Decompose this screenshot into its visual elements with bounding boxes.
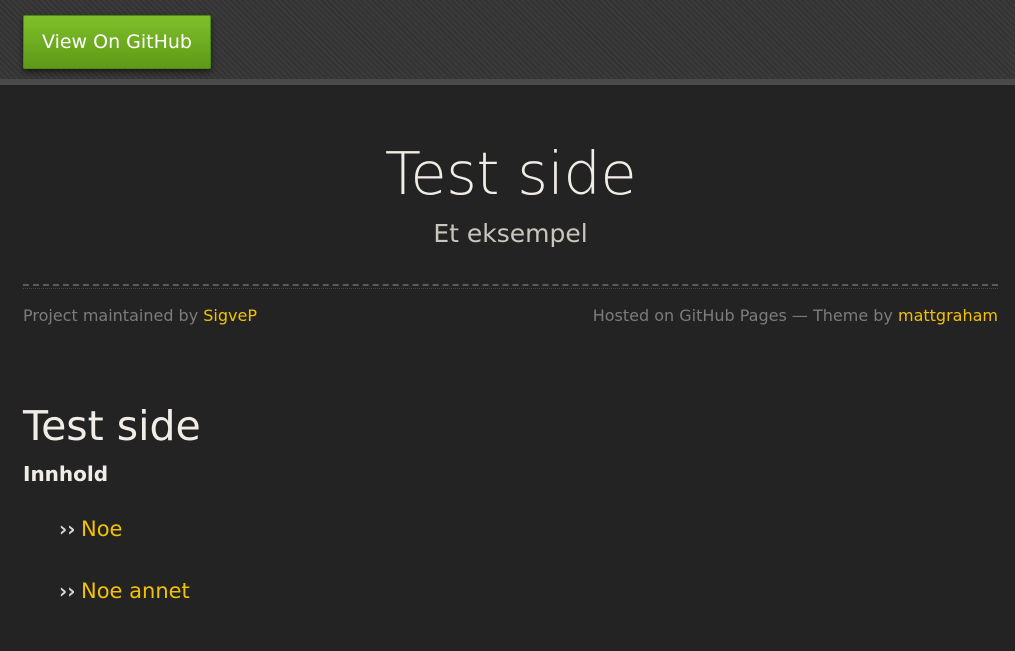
maintainer-prefix: Project maintained by [23, 306, 204, 325]
chevron-right-icon: ›› [59, 579, 76, 603]
list-item-link-noe-annet[interactable]: Noe annet [81, 579, 190, 603]
maintainer-link[interactable]: SigveP [203, 306, 257, 325]
list-item: ›› Noe annet [59, 578, 998, 640]
content-subheading: Innhold [23, 462, 109, 486]
page-title: Test side [384, 139, 637, 208]
maintainer-credit: Project maintained by SigveP [23, 306, 257, 325]
chevron-right-icon: ›› [59, 517, 76, 541]
hosted-text: Hosted on GitHub Pages — Theme by [592, 306, 898, 325]
top-bar: View On GitHub [0, 0, 1015, 85]
list-item-link-noe[interactable]: Noe [81, 517, 122, 541]
header-divider [23, 284, 998, 289]
page-subtitle: Et eksempel [433, 219, 588, 248]
content-list: ›› Noe ›› Noe annet [23, 516, 998, 640]
main-content: Test side Innhold ›› Noe ›› Noe annet [23, 398, 998, 640]
list-item: ›› Noe [59, 516, 998, 578]
hosting-credit: Hosted on GitHub Pages — Theme by mattgr… [593, 306, 998, 325]
view-on-github-button[interactable]: View On GitHub [23, 15, 211, 69]
content-heading: Test side [23, 402, 201, 450]
theme-author-link[interactable]: mattgraham [898, 306, 998, 325]
